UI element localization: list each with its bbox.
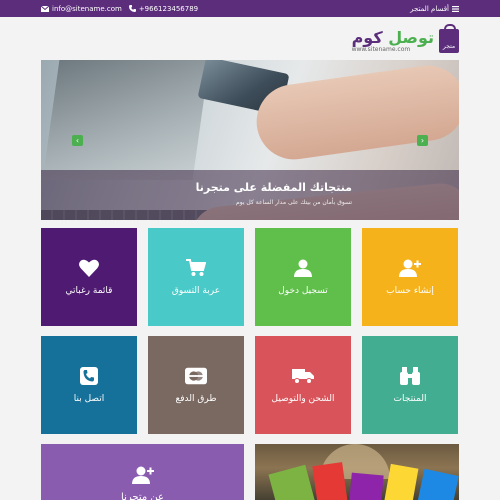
slider-caption-overlay bbox=[41, 170, 459, 220]
user-plus-icon bbox=[131, 466, 155, 488]
store-sections-menu[interactable]: أقسام المتجر bbox=[410, 0, 459, 17]
shopping-bags-image bbox=[255, 444, 459, 500]
tile-wishlist[interactable]: قائمة رغباتي bbox=[41, 228, 137, 326]
tile-about-store[interactable]: عن متجرنا bbox=[41, 444, 244, 500]
tile-label: المنتجات bbox=[393, 394, 427, 404]
tile-products[interactable]: المنتجات bbox=[362, 336, 458, 434]
logo-name: توصل كوم bbox=[352, 29, 434, 46]
credit-card-icon bbox=[185, 366, 207, 386]
tile-shopping-cart[interactable]: عربة التسوق bbox=[148, 228, 244, 326]
logo-name-word1: توصل bbox=[388, 28, 434, 47]
shopping-bag bbox=[348, 472, 384, 500]
slider-caption-subtitle: تسوق بأمان من بيتك على مدار الساعة كل يو… bbox=[236, 199, 352, 206]
tile-label: تسجيل دخول bbox=[278, 286, 328, 296]
user-icon bbox=[292, 258, 314, 278]
heart-icon bbox=[78, 258, 100, 278]
tile-label: عن متجرنا bbox=[121, 492, 164, 500]
chevron-left-icon: ‹ bbox=[75, 136, 80, 145]
email-text: info@sitename.com bbox=[52, 4, 122, 13]
phone-icon bbox=[128, 5, 136, 12]
binoculars-icon bbox=[399, 366, 421, 386]
tile-contact-us[interactable]: اتصل بنا bbox=[41, 336, 137, 434]
phone-icon bbox=[78, 366, 100, 386]
tile-label: طرق الدفع bbox=[175, 394, 217, 404]
slider-laptop bbox=[42, 60, 210, 180]
tile-create-account[interactable]: إنشاء حساب bbox=[362, 228, 458, 326]
menu-icon bbox=[452, 5, 459, 12]
user-plus-icon bbox=[399, 258, 421, 278]
email-link[interactable]: info@sitename.com bbox=[41, 5, 122, 13]
hero-slider: منتجاتك المفضلة على متجرنا تسوق بأمان من… bbox=[41, 60, 459, 220]
shopping-bag bbox=[312, 462, 348, 500]
phone-link[interactable]: +966123456789 bbox=[128, 4, 199, 13]
slider-prev-button[interactable]: ‹ bbox=[72, 135, 83, 146]
bag-label: متجر bbox=[442, 43, 456, 50]
tile-label: اتصل بنا bbox=[73, 394, 105, 404]
shopping-bag bbox=[383, 463, 419, 500]
shopping-bag-icon: متجر bbox=[439, 24, 459, 53]
slider-title-part2: متجرنا bbox=[195, 181, 230, 194]
logo-name-word2: كوم bbox=[351, 28, 383, 47]
contact-info: info@sitename.com +966123456789 bbox=[41, 0, 198, 17]
top-bar: info@sitename.com +966123456789 أقسام ال… bbox=[0, 0, 500, 17]
tile-label: إنشاء حساب bbox=[386, 286, 434, 296]
slider-next-button[interactable]: › bbox=[417, 135, 428, 146]
shopping-bag bbox=[416, 468, 459, 500]
cart-icon bbox=[185, 258, 207, 278]
envelope-icon bbox=[41, 5, 49, 12]
logo-text: توصل كوم www.sitename.com bbox=[352, 29, 434, 53]
chevron-right-icon: › bbox=[420, 136, 425, 145]
tile-login[interactable]: تسجيل دخول bbox=[255, 228, 351, 326]
truck-icon bbox=[292, 366, 314, 386]
tile-label: الشحن والتوصيل bbox=[271, 394, 335, 404]
shopping-bag bbox=[268, 464, 316, 500]
phone-text: +966123456789 bbox=[138, 4, 199, 13]
tile-shipping[interactable]: الشحن والتوصيل bbox=[255, 336, 351, 434]
tile-label: عربة التسوق bbox=[171, 286, 221, 296]
tile-payment-methods[interactable]: طرق الدفع bbox=[148, 336, 244, 434]
logo-site-url: www.sitename.com bbox=[351, 46, 411, 53]
slider-caption-title: منتجاتك المفضلة على متجرنا bbox=[196, 181, 352, 194]
store-sections-label: أقسام المتجر bbox=[410, 4, 449, 13]
site-logo[interactable]: متجر توصل كوم www.sitename.com bbox=[352, 24, 459, 57]
slider-title-part1: منتجاتك المفضلة على bbox=[229, 181, 352, 194]
tile-label: قائمة رغباتي bbox=[65, 286, 113, 296]
